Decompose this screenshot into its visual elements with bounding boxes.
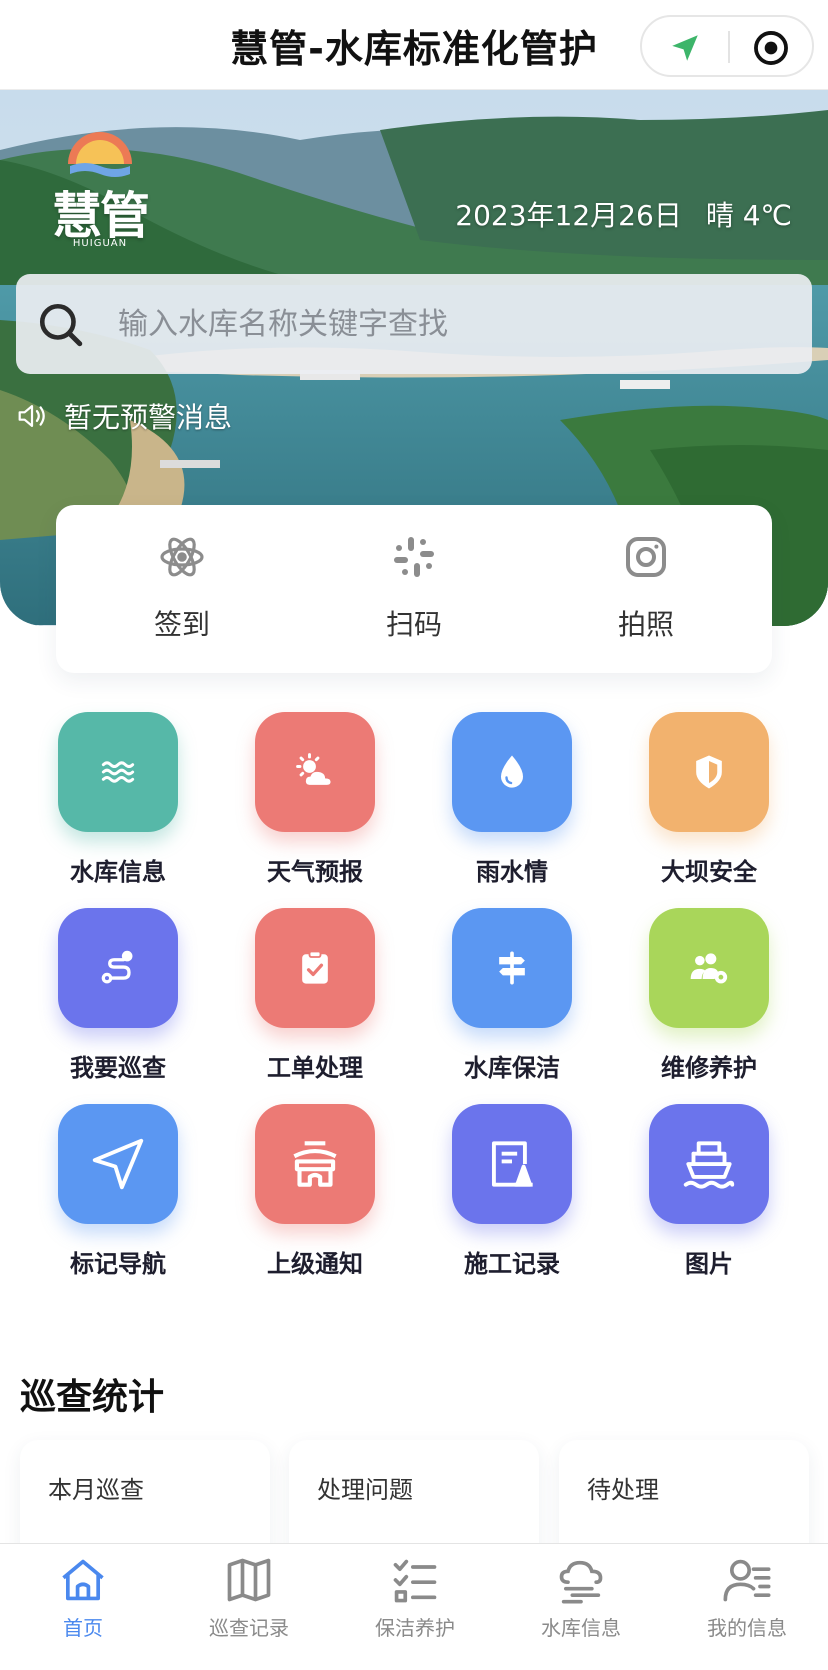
user-list-icon xyxy=(723,1559,771,1602)
grid-item-pictures[interactable]: 图片 xyxy=(629,1104,789,1278)
grid-item-maintenance[interactable]: 维修养护 xyxy=(629,908,789,1082)
grid-item-notices[interactable]: 上级通知 xyxy=(235,1104,395,1278)
home-icon xyxy=(62,1559,104,1601)
top-nav-bar: 慧管-水库标准化管护 xyxy=(0,0,828,90)
sun-cloud-icon xyxy=(296,753,331,785)
navigation-icon xyxy=(92,1138,144,1190)
logo-subtext: HUIGUAN xyxy=(72,238,128,249)
scan-icon xyxy=(394,537,434,577)
grid-item-reservoir-info[interactable]: 水库信息 xyxy=(38,712,198,886)
grid-item-rain-water[interactable]: 雨水情 xyxy=(432,712,592,886)
grid-icon-box xyxy=(58,1104,178,1224)
route-icon xyxy=(101,950,133,984)
grid-item-construction-records[interactable]: 施工记录 xyxy=(432,1104,592,1278)
location-arrow-icon[interactable] xyxy=(666,31,704,65)
speaker-icon xyxy=(18,405,45,427)
grid-item-label: 标记导航 xyxy=(70,1250,166,1278)
mini-program-capsule xyxy=(640,15,814,77)
grid-item-label: 我要巡查 xyxy=(70,1054,166,1082)
search-icon xyxy=(39,303,83,347)
tab-reservoir-info[interactable]: 水库信息 xyxy=(498,1554,664,1654)
signpost-icon xyxy=(499,951,525,985)
stat-card-label: 待处理 xyxy=(587,1476,659,1504)
tab-label: 水库信息 xyxy=(541,1616,621,1640)
grid-icon-box xyxy=(452,908,572,1028)
stat-card-label: 本月巡查 xyxy=(48,1476,144,1504)
tab-label: 保洁养护 xyxy=(375,1616,455,1640)
warning-message-bar: 暂无预警消息 xyxy=(16,396,232,436)
grid-item-patrol[interactable]: 我要巡查 xyxy=(38,908,198,1082)
quick-action-label: 扫码 xyxy=(385,608,442,641)
grid-item-dam-safety[interactable]: 大坝安全 xyxy=(629,712,789,886)
grid-icon-box xyxy=(255,712,375,832)
grid-item-label: 大坝安全 xyxy=(661,858,757,886)
grid-icon-box xyxy=(649,712,769,832)
tab-patrol-records[interactable]: 巡查记录 xyxy=(166,1554,332,1654)
quick-action-label: 拍照 xyxy=(617,608,674,641)
quick-action-scan[interactable]: 扫码 xyxy=(344,533,484,653)
quick-action-label: 签到 xyxy=(153,608,210,641)
grid-icon-box xyxy=(58,712,178,832)
tab-label: 我的信息 xyxy=(707,1616,787,1640)
grid-item-label: 工单处理 xyxy=(267,1054,363,1082)
tab-label: 巡查记录 xyxy=(209,1616,289,1640)
sun-wave-logo-icon xyxy=(68,132,132,177)
document-cone-icon xyxy=(491,1141,533,1187)
grid-item-weather[interactable]: 天气预报 xyxy=(235,712,395,886)
waves-icon xyxy=(101,761,135,783)
grid-item-cleaning[interactable]: 水库保洁 xyxy=(432,908,592,1082)
grid-icon-box xyxy=(255,1104,375,1224)
grid-item-label: 天气预报 xyxy=(267,858,363,886)
grid-item-work-orders[interactable]: 工单处理 xyxy=(235,908,395,1082)
building-icon xyxy=(293,1141,337,1187)
grid-item-navigation[interactable]: 标记导航 xyxy=(38,1104,198,1278)
quick-action-photo[interactable]: 拍照 xyxy=(576,533,716,653)
team-settings-icon xyxy=(690,953,728,984)
grid-icon-box xyxy=(452,1104,572,1224)
search-bar[interactable] xyxy=(16,274,812,374)
camera-icon xyxy=(626,537,666,577)
date-text: 2023年12月26日 xyxy=(455,199,682,232)
tab-label: 首页 xyxy=(63,1616,103,1640)
grid-icon-box xyxy=(255,908,375,1028)
weather-text: 晴 4℃ xyxy=(705,199,792,232)
grid-item-label: 图片 xyxy=(685,1250,733,1278)
grid-item-label: 施工记录 xyxy=(464,1250,560,1278)
tab-my-info[interactable]: 我的信息 xyxy=(664,1554,828,1654)
grid-icon-box xyxy=(649,1104,769,1224)
grid-icon-box xyxy=(58,908,178,1028)
grid-icon-box xyxy=(649,908,769,1028)
quick-actions-card: 签到 扫码 拍照 xyxy=(56,505,772,673)
alert-text: 暂无预警消息 xyxy=(64,401,233,434)
shield-icon xyxy=(696,755,722,789)
map-icon xyxy=(227,1558,271,1602)
stats-section-title: 巡查统计 xyxy=(20,1377,165,1418)
bottom-tab-bar: 首页 巡查记录 保洁养护 水库信息 我的信息 xyxy=(0,1543,828,1670)
grid-item-label: 上级通知 xyxy=(267,1250,363,1278)
cloud-wind-icon xyxy=(559,1560,603,1604)
checklist-icon xyxy=(393,1559,437,1603)
grid-item-label: 水库信息 xyxy=(70,858,166,886)
atom-icon xyxy=(160,537,204,577)
clipboard-check-icon xyxy=(302,950,328,984)
quick-action-checkin[interactable]: 签到 xyxy=(112,533,252,653)
grid-item-label: 维修养护 xyxy=(661,1054,757,1082)
record-target-icon[interactable] xyxy=(752,29,790,67)
water-drop-icon xyxy=(501,755,523,788)
search-input[interactable] xyxy=(116,294,776,354)
grid-item-label: 水库保洁 xyxy=(464,1054,560,1082)
tab-cleaning-maintenance[interactable]: 保洁养护 xyxy=(332,1554,498,1654)
grid-icon-box xyxy=(452,712,572,832)
capsule-divider xyxy=(728,31,730,63)
tab-home[interactable]: 首页 xyxy=(0,1554,166,1654)
brand-logo: 慧管 HUIGUAN xyxy=(40,116,160,249)
ship-icon xyxy=(683,1141,735,1189)
stat-card-label: 处理问题 xyxy=(317,1476,413,1504)
grid-item-label: 雨水情 xyxy=(476,858,548,886)
date-weather: 2023年12月26日晴 4℃ xyxy=(455,194,792,234)
